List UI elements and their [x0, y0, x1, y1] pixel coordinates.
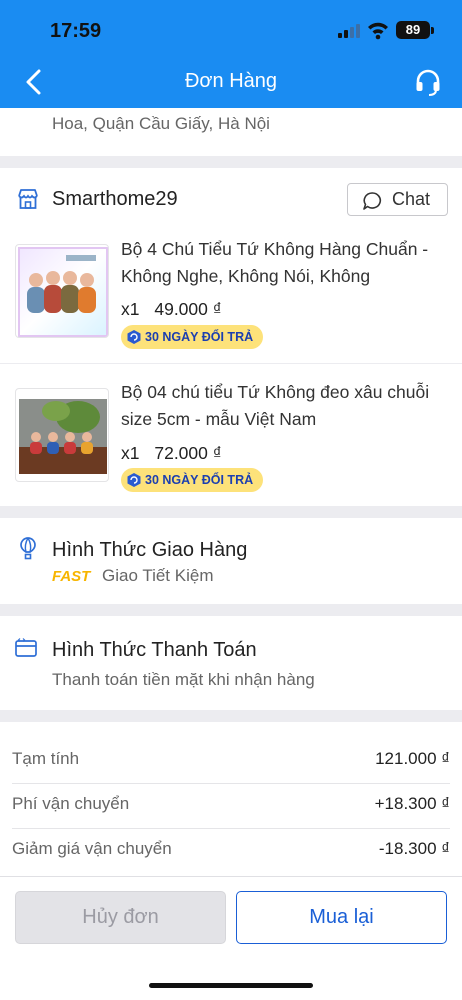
payment-title: Hình Thức Thanh Toán	[52, 639, 257, 661]
buy-again-button[interactable]: Mua lại	[236, 891, 447, 944]
return-box-icon	[127, 330, 141, 344]
return-policy-label: 30 NGÀY ĐỔI TRẢ	[145, 473, 254, 487]
return-policy-label: 30 NGÀY ĐỔI TRẢ	[145, 330, 254, 344]
page-title: Đơn Hàng	[184, 70, 278, 92]
summary-label: Tạm tính	[12, 749, 80, 768]
store-icon	[18, 189, 38, 209]
payment-method: Thanh toán tiền mặt khi nhận hàng	[52, 670, 315, 689]
product-image	[19, 399, 107, 474]
product-thumbnail[interactable]	[15, 244, 109, 338]
product-quantity: x1	[121, 443, 140, 463]
shop-name[interactable]: Smarthome29	[52, 188, 178, 211]
product-name[interactable]: Bộ 04 chú tiểu Tứ Không đeo xâu chuỗi si…	[121, 379, 451, 433]
status-time: 17:59	[50, 20, 102, 42]
summary-value: +18.300 ₫	[374, 794, 450, 813]
summary-row-shipping-fee: Phí vận chuyển +18.300 ₫	[12, 782, 450, 826]
return-policy-badge: 30 NGÀY ĐỔI TRẢ	[121, 325, 264, 349]
battery-icon: 89	[396, 21, 430, 39]
home-indicator	[149, 983, 313, 988]
headset-support-icon[interactable]	[413, 67, 443, 97]
fast-badge: FAST	[52, 568, 91, 585]
chat-button[interactable]: Chat	[347, 183, 448, 216]
balloon-delivery-icon	[20, 537, 36, 560]
payment-method-card	[0, 616, 462, 710]
product-price-row: x1 72.000 ₫	[121, 443, 222, 464]
summary-value: 121.000 ₫	[375, 749, 450, 768]
delivery-title: Hình Thức Giao Hàng	[52, 539, 248, 561]
app-header: 17:59 89 Đơn Hàng	[0, 0, 462, 108]
status-bar: 17:59 89	[0, 0, 462, 56]
battery-tip	[431, 27, 434, 34]
return-box-icon	[127, 473, 141, 487]
summary-value: -18.300 ₫	[378, 839, 450, 858]
product-price: 49.000 ₫	[154, 299, 222, 319]
summary-label: Phí vận chuyển	[12, 794, 130, 813]
summary-row-shipping-discount: Giảm giá vận chuyển -18.300 ₫	[12, 827, 450, 871]
chat-bubble-icon	[363, 192, 382, 210]
signal-icon	[338, 24, 362, 38]
wifi-icon	[368, 22, 388, 40]
summary-row-subtotal: Tạm tính 121.000 ₫	[12, 737, 450, 781]
product-price-row: x1 49.000 ₫	[121, 299, 222, 320]
product-image	[18, 247, 108, 337]
product-price: 72.000 ₫	[154, 443, 222, 463]
cancel-order-button[interactable]: Hủy đơn	[15, 891, 226, 944]
summary-label: Giảm giá vận chuyển	[12, 839, 172, 858]
address-text: Hoa, Quận Cầu Giấy, Hà Nội	[52, 114, 270, 133]
product-quantity: x1	[121, 299, 140, 319]
payment-card-icon	[15, 638, 37, 657]
delivery-method: Giao Tiết Kiệm	[102, 566, 214, 585]
return-policy-badge: 30 NGÀY ĐỔI TRẢ	[121, 468, 264, 492]
product-thumbnail[interactable]	[15, 388, 109, 482]
chat-label: Chat	[392, 189, 431, 209]
product-name[interactable]: Bộ 4 Chú Tiểu Tứ Không Hàng Chuẩn - Khôn…	[121, 236, 451, 290]
product-divider	[0, 363, 462, 364]
